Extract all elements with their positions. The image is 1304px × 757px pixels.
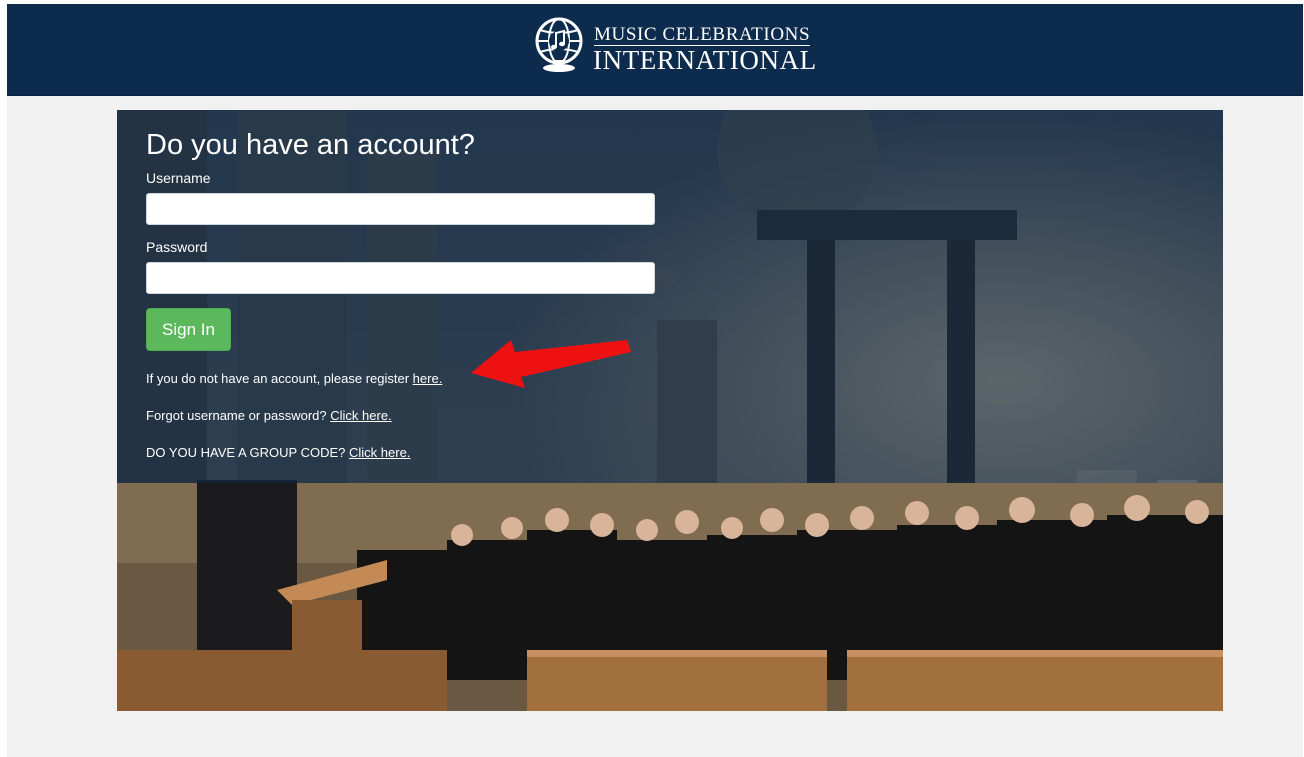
forgot-text: Forgot username or password? [146, 408, 331, 423]
group-code-link[interactable]: Click here. [349, 445, 410, 460]
group-code-text: DO YOU HAVE A GROUP CODE? [146, 445, 350, 460]
register-text: If you do not have an account, please re… [146, 371, 413, 386]
forgot-password-link[interactable]: Click here. [330, 408, 391, 423]
login-hero-panel: Do you have an account? Username Passwor… [117, 110, 1223, 711]
username-input[interactable] [146, 193, 655, 225]
login-title: Do you have an account? [146, 129, 475, 161]
group-code-line: DO YOU HAVE A GROUP CODE? Click here. [146, 445, 410, 460]
logo-text-line2: INTERNATIONAL [593, 45, 817, 75]
password-input[interactable] [146, 262, 655, 294]
globe-logo-icon [535, 17, 583, 72]
password-label: Password [146, 239, 208, 255]
forgot-line: Forgot username or password? Click here. [146, 408, 392, 423]
red-arrow-annotation-icon [471, 340, 631, 388]
login-form-overlay [117, 110, 1223, 483]
register-line: If you do not have an account, please re… [146, 371, 442, 386]
site-header: MUSIC CELEBRATIONS INTERNATIONAL [7, 4, 1303, 96]
site-logo[interactable]: MUSIC CELEBRATIONS INTERNATIONAL [531, 16, 831, 76]
username-label: Username [146, 170, 211, 186]
register-link[interactable]: here. [413, 371, 443, 386]
sign-in-button[interactable]: Sign In [146, 308, 231, 351]
logo-text-line1: MUSIC CELEBRATIONS [594, 24, 811, 46]
